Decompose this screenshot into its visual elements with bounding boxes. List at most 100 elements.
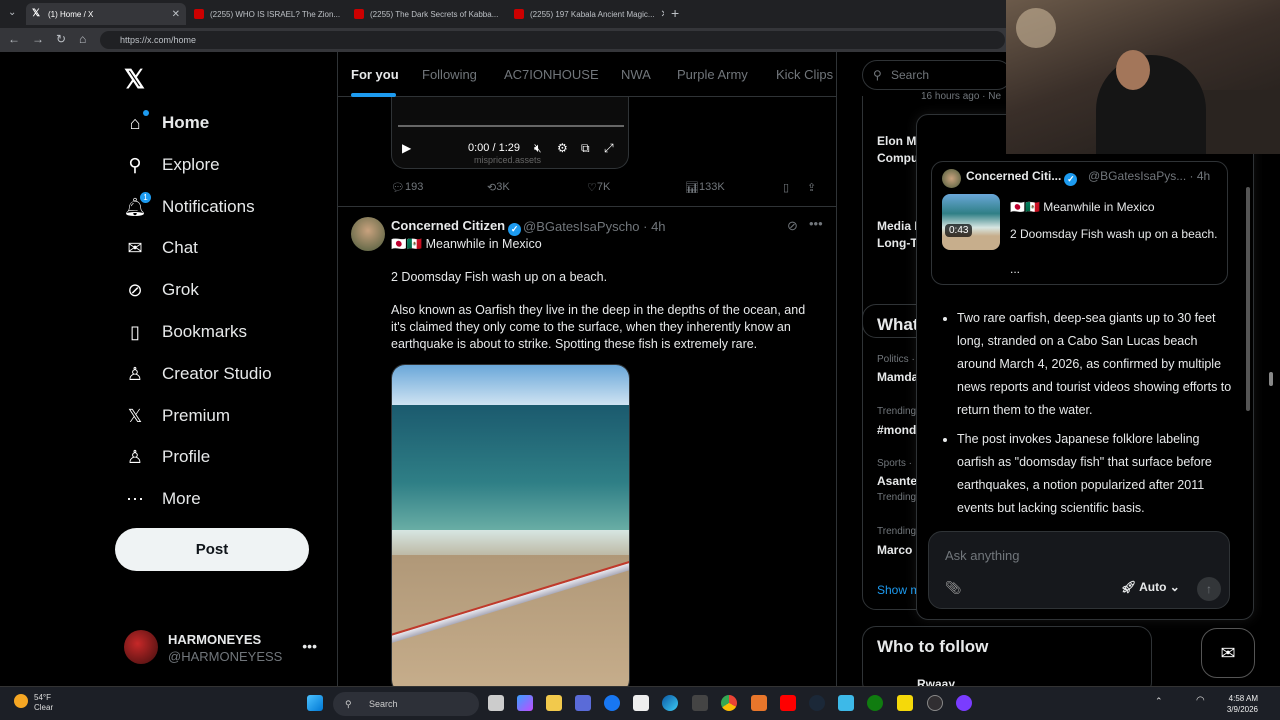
video-progress-bar[interactable]	[398, 125, 624, 127]
messages-fab[interactable]: ✉	[1201, 628, 1255, 678]
pip-icon[interactable]: ⧉	[581, 141, 590, 156]
post-button[interactable]: Post	[115, 528, 309, 571]
tab-nwa[interactable]: NWA	[621, 67, 651, 82]
quoted-post-card[interactable]: Concerned Citi... ✓ @BGatesIsaPys... · 4h…	[931, 161, 1228, 285]
store-icon[interactable]	[575, 695, 591, 711]
ask-grok-input[interactable]: Ask anything 📎︎ 🚀︎ Auto ⌄ ↑	[928, 531, 1230, 609]
quoted-handle: @BGatesIsaPys... · 4h	[1088, 169, 1211, 183]
obs-icon[interactable]	[927, 695, 943, 711]
xbox-icon[interactable]	[867, 695, 883, 711]
file-explorer-icon[interactable]	[546, 695, 562, 711]
task-view-icon[interactable]	[488, 695, 504, 711]
search-icon: ⚲	[345, 699, 352, 709]
more-dots-icon[interactable]: •••	[302, 638, 317, 654]
new-tab-button[interactable]: +	[671, 5, 679, 21]
tab-following[interactable]: Following	[422, 67, 477, 82]
tab-kick-clips[interactable]: Kick Clips	[776, 67, 833, 82]
grok-explain-icon[interactable]: ⊘	[787, 218, 798, 234]
notes-icon[interactable]	[897, 695, 913, 711]
attach-icon[interactable]: 📎︎	[945, 580, 962, 596]
nav-chat[interactable]: ✉ Chat	[124, 233, 197, 263]
share-icon[interactable]: ⇪	[807, 181, 816, 194]
nav-bookmarks[interactable]: ▯ Bookmarks	[124, 317, 247, 347]
close-tab-icon[interactable]: ✕	[661, 9, 664, 20]
fullscreen-icon[interactable]: ⤢	[604, 141, 614, 156]
tab-purple-army[interactable]: Purple Army	[677, 67, 748, 82]
news-item[interactable]: Elon M	[877, 134, 916, 148]
chrome-icon[interactable]	[721, 695, 737, 711]
account-switcher[interactable]: HARMONEYES @HARMONEYESS •••	[124, 628, 329, 668]
video-player[interactable]: ▶ 0:00 / 1:29 mispriced.assets 🔇︎ ⚙ ⧉ ⤢	[391, 97, 629, 169]
nav-creator-studio[interactable]: ♙ Creator Studio	[124, 359, 272, 389]
facebook-icon[interactable]	[604, 695, 620, 711]
avatar[interactable]	[351, 217, 385, 251]
play-icon[interactable]: ▶	[402, 141, 411, 155]
wifi-icon[interactable]: ◠	[1196, 695, 1205, 706]
calculator-icon[interactable]	[692, 695, 708, 711]
tab-ac7ionhouse[interactable]: AC7IONHOUSE	[504, 67, 599, 82]
views-button[interactable]: 📊︎ 133K	[685, 181, 725, 194]
reload-icon[interactable]: ↻	[56, 32, 66, 46]
repost-button[interactable]: ⟲ 3K	[487, 181, 510, 194]
youtube-icon[interactable]	[780, 695, 796, 711]
back-icon[interactable]: ←	[8, 32, 20, 46]
scrollbar[interactable]	[1246, 187, 1250, 411]
windows-start-icon[interactable]	[307, 695, 323, 711]
divider	[338, 206, 836, 207]
reply-button[interactable]: 💬︎ 193	[391, 181, 423, 194]
browser-tab-home[interactable]: 𝕏 (1) Home / X ✕	[26, 3, 186, 25]
active-tab-indicator	[351, 93, 396, 97]
home-browser-icon[interactable]: ⌂	[79, 32, 86, 46]
app-icon[interactable]	[838, 695, 854, 711]
close-tab-icon[interactable]: ✕	[172, 9, 180, 20]
news-item[interactable]: Media I	[877, 219, 918, 233]
like-button[interactable]: ♡ 7K	[587, 181, 610, 194]
app-icon[interactable]	[751, 695, 767, 711]
forward-icon[interactable]: →	[32, 32, 44, 46]
nav-more[interactable]: ⋯ More	[124, 484, 201, 514]
section-heading: What	[877, 315, 919, 334]
browser-tab-4[interactable]: (2255) 197 Kabala Ancient Magic... ✕	[508, 3, 664, 25]
tab-list-icon[interactable]: ⌄	[8, 7, 16, 18]
browser-tab-2[interactable]: (2255) WHO IS ISRAEL? The Zion... ✕	[188, 3, 342, 25]
nav-profile[interactable]: ♙ Profile	[124, 442, 210, 472]
copilot-icon[interactable]	[517, 695, 533, 711]
browser-tab-3[interactable]: (2255) The Dark Secrets of Kabba... ✕	[348, 3, 502, 25]
send-icon[interactable]: ↑	[1197, 577, 1221, 601]
trend-item[interactable]: Asante	[877, 474, 917, 488]
weather-icon	[14, 694, 28, 708]
mode-selector[interactable]: 🚀︎ Auto ⌄	[1121, 580, 1180, 594]
trend-item[interactable]: Mamda	[877, 370, 918, 384]
address-bar[interactable]: https://x.com/home	[100, 31, 1005, 49]
settings-icon[interactable]: ⚙	[557, 141, 568, 155]
app-icon[interactable]	[956, 695, 972, 711]
bookmark-icon[interactable]: ▯	[783, 181, 789, 194]
video-duration: 0:43	[945, 224, 973, 237]
trend-item[interactable]: Marco	[877, 543, 912, 557]
youtube-favicon-icon	[354, 9, 364, 19]
search-input[interactable]: ⚲ Search	[862, 60, 1012, 90]
x-logo-icon[interactable]: 𝕏	[124, 64, 145, 95]
tray-chevron-icon[interactable]: ⌃	[1155, 696, 1163, 707]
nav-notifications[interactable]: 🔔︎ 1 Notifications	[124, 192, 255, 222]
edge-icon[interactable]	[662, 695, 678, 711]
news-item[interactable]: Compu	[877, 151, 918, 165]
system-clock[interactable]: 4:58 AM 3/9/2026	[1218, 693, 1258, 715]
amazon-icon[interactable]	[633, 695, 649, 711]
nav-grok[interactable]: ⊘ Grok	[124, 275, 198, 305]
nav-home[interactable]: ⌂ Home	[124, 108, 209, 138]
steam-icon[interactable]	[809, 695, 825, 711]
tweet-handle[interactable]: @BGatesIsaPyscho · 4h	[523, 219, 666, 234]
trend-item[interactable]: #mond	[877, 423, 916, 437]
show-more-link[interactable]: Show m	[877, 583, 920, 597]
more-dots-icon[interactable]: •••	[809, 216, 823, 231]
taskbar-search[interactable]: ⚲ Search	[333, 692, 479, 716]
mute-icon[interactable]: 🔇︎	[534, 141, 542, 156]
tab-for-you[interactable]: For you	[351, 67, 399, 82]
nav-explore[interactable]: ⚲ Explore	[124, 150, 219, 180]
tweet-video-thumbnail[interactable]	[391, 364, 630, 686]
nav-premium[interactable]: 𝕏 Premium	[124, 401, 230, 431]
tweet-author-name[interactable]: Concerned Citizen ✓	[391, 218, 522, 236]
mail-icon: ✉	[127, 237, 143, 258]
page-scrollbar[interactable]	[1262, 154, 1280, 686]
